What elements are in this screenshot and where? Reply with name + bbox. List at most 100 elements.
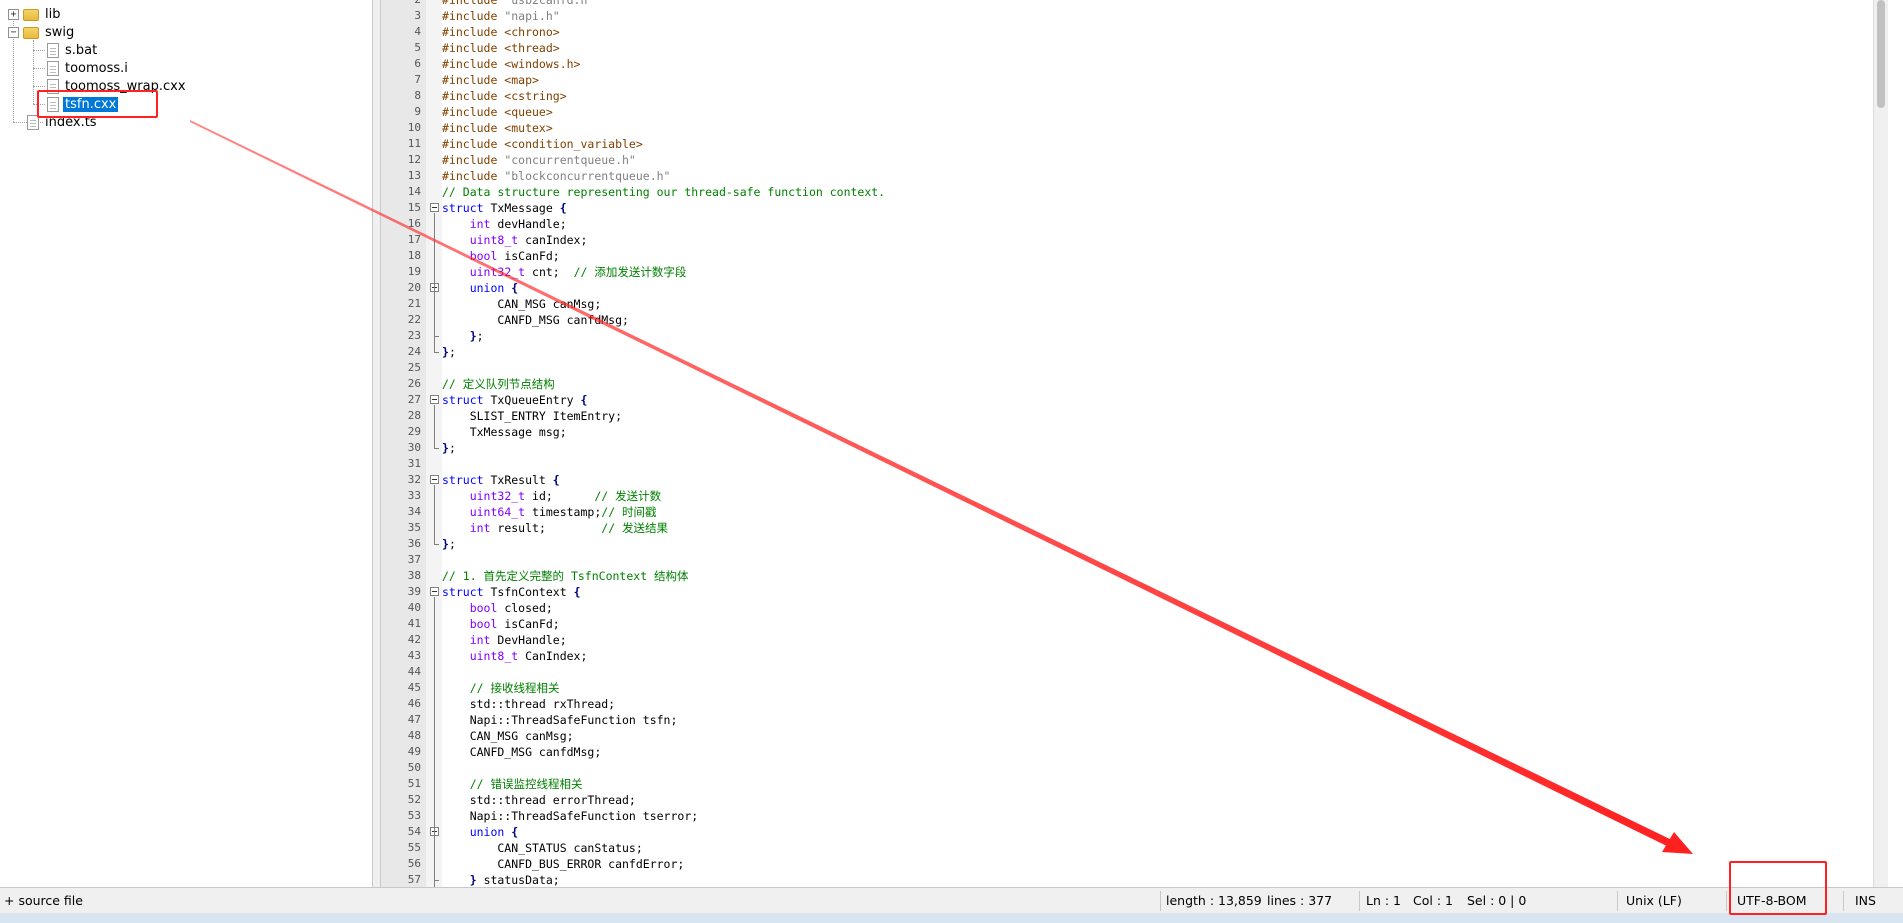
code-line[interactable]: Napi::ThreadSafeFunction tserror; bbox=[442, 808, 1872, 824]
tree-item-lib[interactable]: + lib bbox=[8, 5, 62, 23]
code-line[interactable]: // 错误监控线程相关 bbox=[442, 776, 1872, 792]
line-number: 45 bbox=[407, 681, 421, 694]
status-insert-mode[interactable]: INS bbox=[1855, 888, 1876, 914]
code-line[interactable]: union { bbox=[442, 280, 1872, 296]
code-line[interactable]: bool closed; bbox=[442, 600, 1872, 616]
fold-end-marker bbox=[434, 352, 439, 353]
code-line[interactable]: #include "napi.h" bbox=[442, 8, 1872, 24]
code-token: statusData; bbox=[476, 873, 560, 887]
code-line[interactable]: // 接收线程相关 bbox=[442, 680, 1872, 696]
code-line[interactable]: #include <mutex> bbox=[442, 120, 1872, 136]
tree-item-label: swig bbox=[45, 24, 75, 40]
code-line[interactable]: #include <chrono> bbox=[442, 24, 1872, 40]
code-line[interactable]: uint8_t CanIndex; bbox=[442, 648, 1872, 664]
code-line[interactable]: std::thread errorThread; bbox=[442, 792, 1872, 808]
scrollbar-thumb[interactable] bbox=[1877, 0, 1885, 108]
code-token: { bbox=[580, 393, 588, 407]
code-line[interactable]: }; bbox=[442, 344, 1872, 360]
vertical-scrollbar[interactable] bbox=[1873, 0, 1888, 887]
code-line[interactable]: bool isCanFd; bbox=[442, 248, 1872, 264]
code-line[interactable]: #include <windows.h> bbox=[442, 56, 1872, 72]
line-number: 48 bbox=[407, 729, 421, 742]
fold-toggle-icon[interactable] bbox=[430, 475, 439, 484]
code-line[interactable]: #include "blockconcurrentqueue.h" bbox=[442, 168, 1872, 184]
code-editor[interactable]: 2345678910111213141516171819202122232425… bbox=[381, 0, 1888, 887]
code-line[interactable]: CAN_MSG canMsg; bbox=[442, 728, 1872, 744]
code-token: bool bbox=[469, 617, 498, 631]
annotation-box-file bbox=[37, 90, 158, 118]
status-sel: Sel : 0 | 0 bbox=[1467, 893, 1527, 908]
code-line[interactable]: #include "usb2canfd.h" bbox=[442, 0, 1872, 8]
fold-toggle-icon[interactable] bbox=[430, 203, 439, 212]
code-line[interactable]: CANFD_MSG canfdMsg; bbox=[442, 744, 1872, 760]
code-line[interactable]: int DevHandle; bbox=[442, 632, 1872, 648]
line-number: 32 bbox=[407, 473, 421, 486]
code-line[interactable] bbox=[442, 360, 1872, 376]
code-token: #include <queue> bbox=[442, 105, 553, 119]
code-line[interactable]: #include "concurrentqueue.h" bbox=[442, 152, 1872, 168]
code-line[interactable] bbox=[442, 664, 1872, 680]
line-number: 44 bbox=[407, 665, 421, 678]
code-line[interactable]: }; bbox=[442, 536, 1872, 552]
code-line[interactable]: }; bbox=[442, 328, 1872, 344]
code-line[interactable]: CAN_STATUS canStatus; bbox=[442, 840, 1872, 856]
tree-item-label: toomoss.i bbox=[65, 60, 128, 76]
code-line[interactable]: struct TxQueueEntry { bbox=[442, 392, 1872, 408]
code-line[interactable]: uint8_t canIndex; bbox=[442, 232, 1872, 248]
code-line[interactable]: SLIST_ENTRY ItemEntry; bbox=[442, 408, 1872, 424]
code-line[interactable]: struct TxMessage { bbox=[442, 200, 1872, 216]
code-line[interactable]: std::thread rxThread; bbox=[442, 696, 1872, 712]
code-line[interactable]: CANFD_MSG canfdMsg; bbox=[442, 312, 1872, 328]
code-line[interactable]: #include <condition_variable> bbox=[442, 136, 1872, 152]
code-line[interactable]: #include <map> bbox=[442, 72, 1872, 88]
code-token: int bbox=[469, 633, 491, 647]
code-line[interactable]: Napi::ThreadSafeFunction tsfn; bbox=[442, 712, 1872, 728]
code-text-area[interactable]: #include "usb2canfd.h" #include "napi.h" #… bbox=[442, 0, 1888, 887]
panel-splitter[interactable] bbox=[373, 0, 381, 887]
code-line[interactable]: #include <cstring> bbox=[442, 88, 1872, 104]
code-line[interactable]: uint32_t id; // 发送计数 bbox=[442, 488, 1872, 504]
fold-toggle-icon[interactable] bbox=[430, 587, 439, 596]
code-line[interactable]: uint32_t cnt; // 添加发送计数字段 bbox=[442, 264, 1872, 280]
code-line[interactable]: struct TxResult { bbox=[442, 472, 1872, 488]
project-tree-panel[interactable]: + lib − swig s.bat toomoss.i toomoss_wrap.cxx t… bbox=[0, 0, 373, 887]
tree-item-label: lib bbox=[45, 6, 61, 22]
code-line[interactable] bbox=[442, 456, 1872, 472]
code-token: union bbox=[469, 281, 505, 295]
code-token: uint32_t bbox=[469, 265, 526, 279]
code-line[interactable]: CAN_MSG canMsg; bbox=[442, 296, 1872, 312]
status-eol[interactable]: Unix (LF) bbox=[1626, 888, 1682, 914]
code-line[interactable]: TxMessage msg; bbox=[442, 424, 1872, 440]
tree-item-s-bat[interactable]: s.bat bbox=[47, 41, 99, 59]
code-line[interactable]: #include <queue> bbox=[442, 104, 1872, 120]
code-line[interactable] bbox=[442, 552, 1872, 568]
collapse-icon[interactable]: − bbox=[8, 26, 19, 38]
code-line[interactable]: // Data structure representing our threa… bbox=[442, 184, 1872, 200]
code-token: ; bbox=[476, 329, 484, 343]
code-line[interactable]: } statusData; bbox=[442, 872, 1872, 887]
code-line[interactable]: }; bbox=[442, 440, 1872, 456]
tree-item-toomoss-i[interactable]: toomoss.i bbox=[47, 59, 130, 77]
code-line[interactable]: #include <thread> bbox=[442, 40, 1872, 56]
code-line[interactable]: struct TsfnContext { bbox=[442, 584, 1872, 600]
code-line[interactable]: union { bbox=[442, 824, 1872, 840]
fold-margin[interactable] bbox=[426, 0, 442, 887]
code-token: int bbox=[469, 217, 491, 231]
line-number: 30 bbox=[407, 441, 421, 454]
code-token: CAN_MSG canMsg; bbox=[442, 297, 602, 311]
code-line[interactable]: // 1. 首先定义完整的 TsfnContext 结构体 bbox=[442, 568, 1872, 584]
code-line[interactable]: int result; // 发送结果 bbox=[442, 520, 1872, 536]
code-line[interactable]: bool isCanFd; bbox=[442, 616, 1872, 632]
code-line[interactable]: uint64_t timestamp;// 时间戳 bbox=[442, 504, 1872, 520]
code-line[interactable]: // 定义队列节点结构 bbox=[442, 376, 1872, 392]
expand-icon[interactable]: + bbox=[8, 8, 19, 20]
code-line[interactable]: CANFD_BUS_ERROR canfdError; bbox=[442, 856, 1872, 872]
code-line[interactable]: int devHandle; bbox=[442, 216, 1872, 232]
tree-item-swig[interactable]: − swig bbox=[8, 23, 76, 41]
code-line[interactable] bbox=[442, 760, 1872, 776]
fold-toggle-icon[interactable] bbox=[430, 395, 439, 404]
